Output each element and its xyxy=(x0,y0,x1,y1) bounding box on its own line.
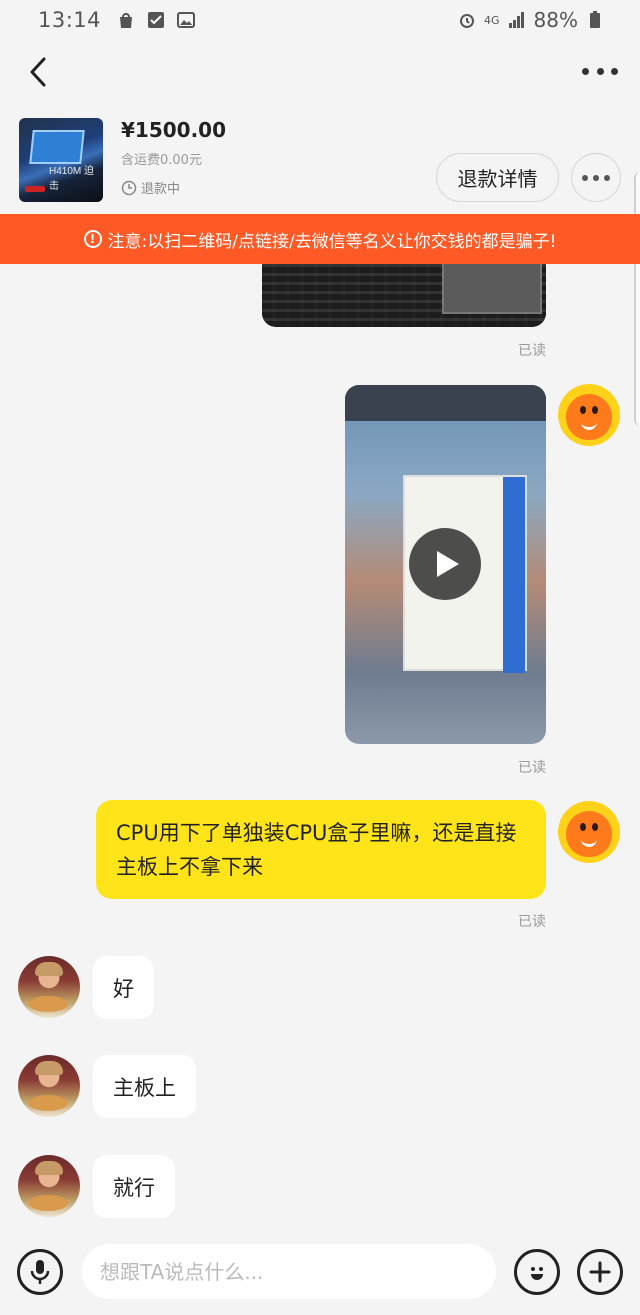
my-avatar[interactable] xyxy=(558,801,620,863)
warning-text: 注意:以扫二维码/点链接/去微信等名义让你交钱的都是骗子! xyxy=(107,231,557,252)
chat-area[interactable]: 已读 已读 CPU用下了单独装CPU盒子里嘛，还是直接主板上不拿下来 已读 好 … xyxy=(0,214,640,1234)
dot-icon xyxy=(582,67,589,75)
fraud-warning-banner: ! 注意:以扫二维码/点链接/去微信等名义让你交钱的都是骗子! xyxy=(0,214,640,264)
my-message-bubble[interactable]: CPU用下了单独装CPU盒子里嘛，还是直接主板上不拿下来 xyxy=(96,800,546,899)
battery-percent: 88% xyxy=(533,8,578,32)
top-nav xyxy=(0,40,640,104)
network-type: 4G xyxy=(484,13,500,27)
seller-avatar[interactable] xyxy=(18,1155,80,1217)
alarm-icon xyxy=(460,14,475,28)
play-icon xyxy=(437,551,459,577)
voice-button[interactable] xyxy=(17,1249,63,1295)
shopping-bag-icon xyxy=(120,13,133,28)
refund-details-button[interactable]: 退款详情 xyxy=(436,153,559,202)
add-more-button[interactable] xyxy=(577,1249,623,1295)
status-time: 13:14 xyxy=(38,8,102,32)
read-receipt: 已读 xyxy=(518,343,546,359)
dot-icon xyxy=(582,174,588,181)
product-thumbnail[interactable]: H410M 迫击 xyxy=(19,118,103,202)
dot-icon xyxy=(604,174,610,181)
clock-icon xyxy=(121,180,137,195)
play-button[interactable] xyxy=(409,528,481,600)
seller-message-bubble[interactable]: 主板上 xyxy=(93,1055,196,1118)
alert-icon: ! xyxy=(83,230,102,248)
seller-message-bubble[interactable]: 就行 xyxy=(93,1155,175,1218)
battery-icon xyxy=(590,11,600,28)
my-avatar[interactable] xyxy=(558,384,620,446)
checkbox-icon xyxy=(148,12,165,28)
read-receipt: 已读 xyxy=(518,760,546,776)
seller-avatar[interactable] xyxy=(18,1055,80,1117)
dot-icon xyxy=(593,174,599,181)
microphone-icon xyxy=(30,1260,50,1284)
dot-icon xyxy=(611,67,618,75)
input-bar xyxy=(0,1234,640,1315)
signal-icon xyxy=(508,12,524,28)
back-button[interactable] xyxy=(22,54,58,90)
product-thumb-text: H410M 迫击 xyxy=(49,166,95,192)
dot-icon xyxy=(596,67,604,75)
product-more-button[interactable] xyxy=(571,153,621,202)
more-options-button[interactable] xyxy=(582,56,618,86)
emoji-button[interactable] xyxy=(514,1249,560,1295)
refund-status: 退款中 xyxy=(121,178,180,197)
product-card: H410M 迫击 ¥1500.00 含运费0.00元 退款中 退款详情 xyxy=(0,110,640,214)
seller-avatar[interactable] xyxy=(18,956,80,1018)
message-input[interactable] xyxy=(82,1244,496,1299)
refund-status-label: 退款中 xyxy=(141,182,181,197)
smiley-icon xyxy=(531,1267,543,1280)
plus-icon xyxy=(589,1261,611,1283)
status-bar: 13:14 4G 88% xyxy=(0,0,640,40)
shipping-fee: 含运费0.00元 xyxy=(121,153,202,168)
image-icon xyxy=(177,12,196,28)
video-message[interactable] xyxy=(345,385,546,744)
seller-message-bubble[interactable]: 好 xyxy=(93,956,154,1019)
read-receipt: 已读 xyxy=(518,914,546,930)
product-price: ¥1500.00 xyxy=(121,118,227,142)
chevron-left-icon xyxy=(30,57,46,87)
